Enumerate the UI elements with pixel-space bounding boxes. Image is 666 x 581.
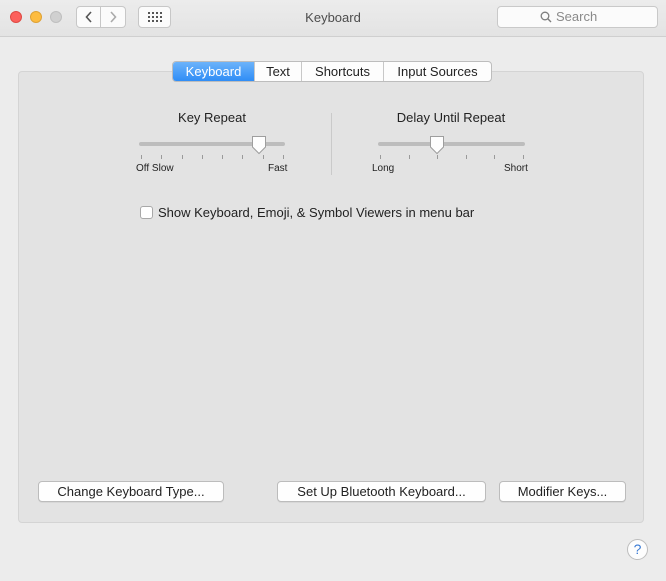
key-repeat-min-label: Off Slow <box>136 163 174 174</box>
key-repeat-tick <box>263 155 264 159</box>
title-bar: Keyboard <box>0 0 666 37</box>
delay-until-repeat-track <box>378 142 525 146</box>
key-repeat-max-label: Fast <box>268 163 288 174</box>
show-viewers-option[interactable]: Show Keyboard, Emoji, & Symbol Viewers i… <box>140 205 474 220</box>
key-repeat-title: Key Repeat <box>178 110 246 125</box>
delay-until-repeat-max-label: Short <box>504 163 528 174</box>
tab-bar: Keyboard Text Shortcuts Input Sources <box>172 61 492 82</box>
tab-keyboard[interactable]: Keyboard <box>173 62 255 81</box>
delay-until-repeat-tick <box>523 155 524 159</box>
key-repeat-tick <box>242 155 243 159</box>
key-repeat-tick <box>222 155 223 159</box>
tab-shortcuts[interactable]: Shortcuts <box>302 62 384 81</box>
delay-until-repeat-title: Delay Until Repeat <box>396 110 506 125</box>
delay-until-repeat-tick <box>494 155 495 159</box>
preferences-window: Keyboard Keyboard Text Shortcuts Input S… <box>0 0 666 581</box>
help-button[interactable]: ? <box>627 539 648 560</box>
show-viewers-label: Show Keyboard, Emoji, & Symbol Viewers i… <box>158 205 475 220</box>
change-keyboard-type-button[interactable]: Change Keyboard Type... <box>38 481 224 502</box>
delay-until-repeat-tick <box>466 155 467 159</box>
key-repeat-tick <box>161 155 162 159</box>
show-viewers-checkbox[interactable] <box>140 206 153 219</box>
delay-until-repeat-tick <box>380 155 381 159</box>
delay-until-repeat-min-label: Long <box>372 163 395 174</box>
delay-until-repeat-knob[interactable] <box>429 135 445 155</box>
key-repeat-tick <box>182 155 183 159</box>
tab-input-sources[interactable]: Input Sources <box>384 62 491 81</box>
search-field[interactable] <box>497 6 658 28</box>
set-up-bluetooth-keyboard-button[interactable]: Set Up Bluetooth Keyboard... <box>277 481 486 502</box>
tab-text[interactable]: Text <box>255 62 302 81</box>
slider-divider <box>331 113 332 175</box>
key-repeat-knob[interactable] <box>251 135 267 155</box>
key-repeat-tick <box>141 155 142 159</box>
search-input[interactable] <box>556 9 652 24</box>
delay-until-repeat-tick <box>437 155 438 159</box>
delay-until-repeat-tick <box>409 155 410 159</box>
key-repeat-tick <box>202 155 203 159</box>
search-icon <box>540 11 552 23</box>
modifier-keys-button[interactable]: Modifier Keys... <box>499 481 626 502</box>
key-repeat-tick <box>283 155 284 159</box>
